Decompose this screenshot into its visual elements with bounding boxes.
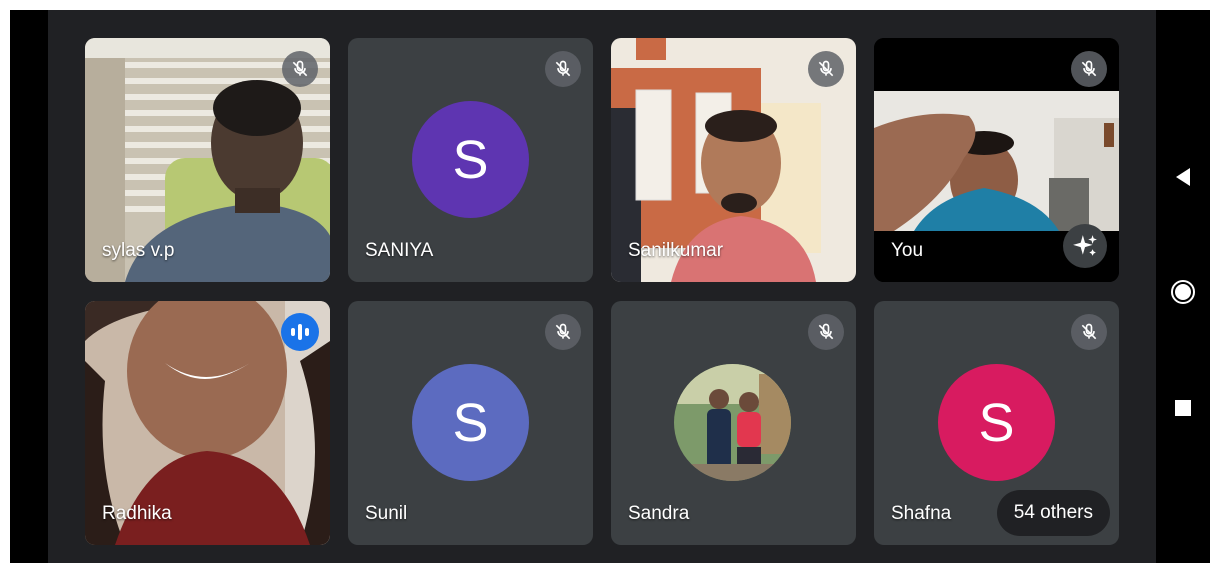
sparkle-icon[interactable] [1063, 224, 1107, 268]
mic-off-icon [808, 51, 844, 87]
participant-name: Sanilkumar [628, 240, 724, 261]
mic-off-icon [808, 314, 844, 350]
mic-off-icon [282, 51, 318, 87]
left-edge-bar [10, 10, 48, 563]
participant-tile-radhika[interactable]: Radhika [85, 301, 330, 545]
mic-off-icon [545, 51, 581, 87]
participant-tile-sylas[interactable]: sylas v.p [85, 38, 330, 282]
participant-name: Sunil [365, 503, 408, 524]
home-icon[interactable] [1156, 272, 1210, 312]
system-nav-bar [1156, 10, 1210, 563]
avatar: S [412, 364, 529, 481]
others-count-button[interactable]: 54 others [996, 490, 1110, 536]
mic-off-icon [1071, 51, 1107, 87]
participant-name: SANIYA [365, 240, 434, 261]
back-icon[interactable] [1156, 157, 1210, 197]
participant-tile-sunil[interactable]: S Sunil [348, 301, 593, 545]
participant-tile-sanilkumar[interactable]: Sanilkumar [611, 38, 856, 282]
participant-name: Sandra [628, 503, 690, 524]
participant-name: sylas v.p [102, 240, 175, 261]
mic-off-icon [545, 314, 581, 350]
participant-name: Radhika [102, 503, 172, 524]
audio-level-icon [281, 313, 319, 351]
participant-tile-saniya[interactable]: S SANIYA [348, 38, 593, 282]
participant-name: Shafna [891, 503, 952, 524]
participant-tile-sandra[interactable]: Sandra [611, 301, 856, 545]
participant-name: You [891, 240, 924, 261]
avatar [674, 364, 791, 481]
participant-tile-you[interactable]: You [874, 38, 1119, 282]
avatar: S [938, 364, 1055, 481]
recents-icon[interactable] [1156, 388, 1210, 428]
mic-off-icon [1071, 314, 1107, 350]
avatar: S [412, 101, 529, 218]
participant-tile-shafna[interactable]: S Shafna 54 others [874, 301, 1119, 545]
